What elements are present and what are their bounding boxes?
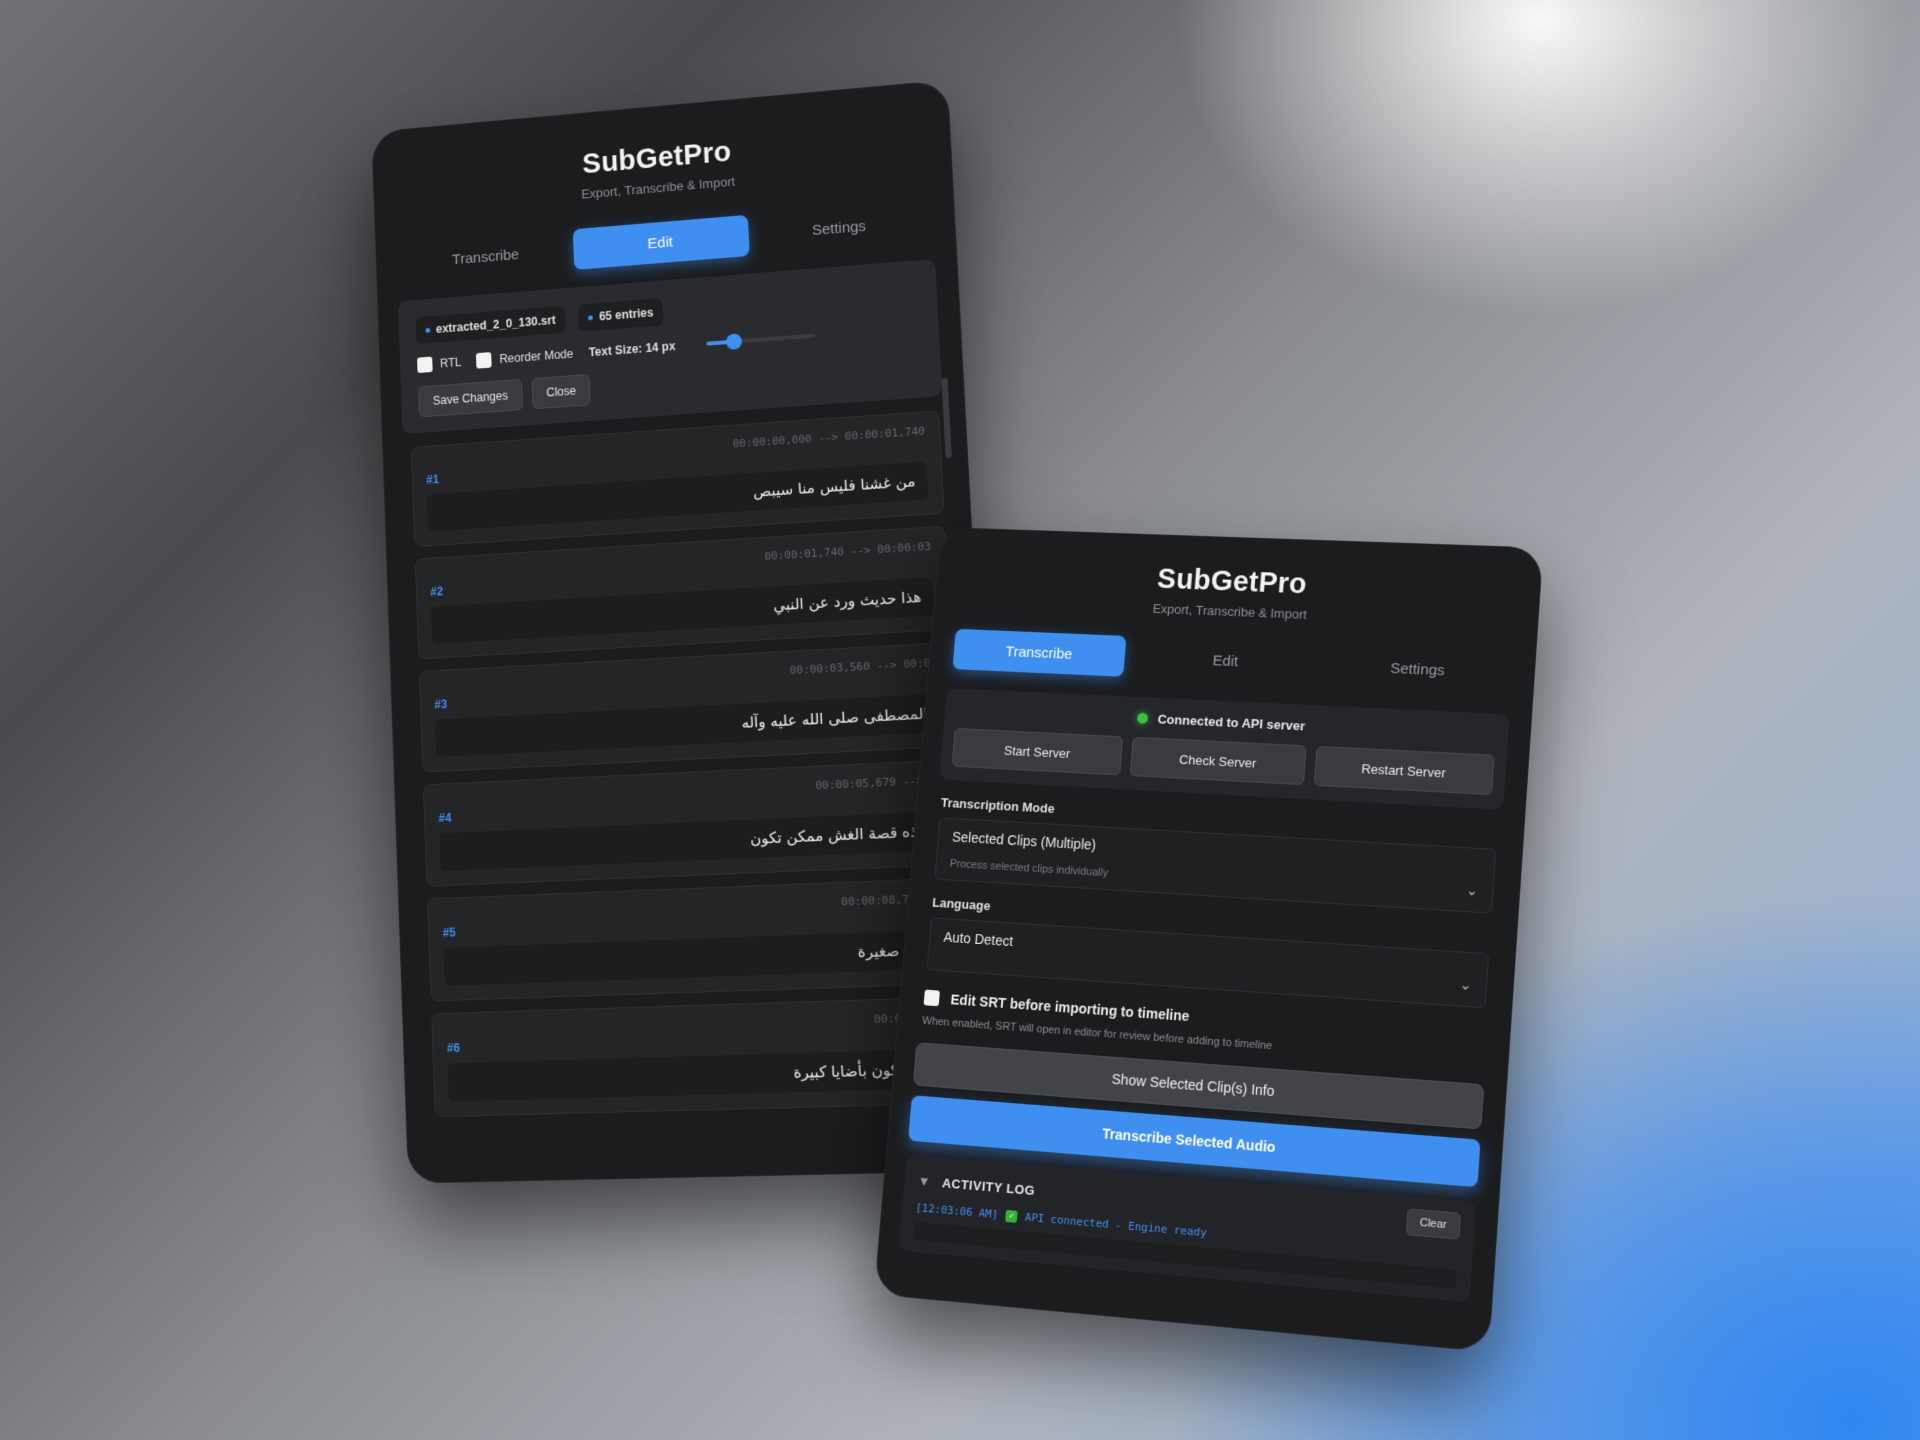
file-name-badge: extracted_2_0_130.srt: [415, 305, 566, 345]
check-server-button[interactable]: Check Server: [1130, 736, 1307, 786]
server-status-box: Connected to API server Start Server Che…: [939, 688, 1510, 810]
reorder-label: Reorder Mode: [499, 346, 574, 366]
subtitle-entry: 00:00:03,560 --> 00:00 #3 المصطفى صلى ال…: [418, 641, 958, 773]
text-size-label: Text Size:: [588, 341, 643, 360]
activity-log-title: ACTIVITY LOG: [941, 1174, 1036, 1198]
log-timestamp: [12:03:06 AM]: [915, 1201, 999, 1222]
subtitle-entry: 00:00:00,000 --> 00:00:01,740 #1 من غشنا…: [410, 410, 945, 548]
file-dot-icon: [425, 327, 431, 333]
clear-log-button[interactable]: Clear: [1405, 1208, 1462, 1240]
entry-text-field[interactable]: ممكن تكون بأضايا كبيرة: [447, 1048, 960, 1102]
subtitle-entry: 00:00:05,679 --> 00 #4 وهذه قصة الغش ممك…: [422, 759, 964, 887]
rtl-checkbox[interactable]: RTL: [417, 354, 462, 374]
reorder-checkbox-box[interactable]: [476, 352, 493, 369]
tab-settings[interactable]: Settings: [1326, 645, 1510, 695]
subtitle-entry: 00:00:01,740 --> 00:00:03 #2 هذا حديث ور…: [414, 525, 951, 660]
status-text: Connected to API server: [1157, 711, 1306, 734]
tab-edit[interactable]: Edit: [572, 214, 750, 270]
tab-bar: Transcribe Edit Settings: [952, 628, 1510, 695]
entries-count-badge: 65 entries: [578, 298, 664, 332]
text-size-unit: px: [661, 339, 676, 354]
tab-edit[interactable]: Edit: [1137, 637, 1316, 686]
chevron-down-icon: ⌄: [1465, 881, 1479, 899]
tab-transcribe[interactable]: Transcribe: [952, 628, 1127, 677]
subtitle-entries-list: 00:00:00,000 --> 00:00:01,740 #1 من غشنا…: [410, 410, 977, 1118]
text-size-value: 14: [645, 340, 659, 356]
edit-srt-checkbox-box[interactable]: [923, 989, 940, 1007]
entry-text-field[interactable]: بأضايا صغيرة: [443, 929, 954, 986]
restart-server-button[interactable]: Restart Server: [1313, 745, 1495, 796]
collapse-triangle-icon[interactable]: ▼: [917, 1173, 931, 1189]
tab-transcribe[interactable]: Transcribe: [400, 230, 573, 284]
rtl-label: RTL: [439, 355, 462, 371]
save-changes-button[interactable]: Save Changes: [418, 378, 523, 418]
check-icon: ✓: [1005, 1209, 1018, 1223]
text-size-readout: Text Size: 14 px: [588, 339, 675, 359]
entries-count: 65 entries: [598, 305, 654, 324]
chevron-down-icon: ⌄: [1459, 975, 1473, 994]
rtl-checkbox-box[interactable]: [417, 356, 433, 374]
start-server-button[interactable]: Start Server: [951, 727, 1124, 776]
entries-scrollbar[interactable]: [941, 377, 952, 459]
transcribe-panel: SubGetPro Export, Transcribe & Import Tr…: [873, 526, 1544, 1353]
status-indicator-icon: [1137, 712, 1149, 724]
editor-toolbar: extracted_2_0_130.srt 65 entries RTL Reo…: [397, 258, 943, 435]
text-size-slider[interactable]: [706, 333, 816, 351]
subtitle-entry: 00:00:08,720 --> #5 بأضايا صغيرة: [426, 877, 970, 1002]
tab-settings[interactable]: Settings: [749, 200, 930, 256]
close-button[interactable]: Close: [531, 373, 592, 410]
text-size-slider-knob[interactable]: [725, 333, 743, 351]
entries-dot-icon: [588, 314, 594, 320]
file-name: extracted_2_0_130.srt: [435, 313, 556, 336]
reorder-mode-checkbox[interactable]: Reorder Mode: [476, 346, 573, 369]
